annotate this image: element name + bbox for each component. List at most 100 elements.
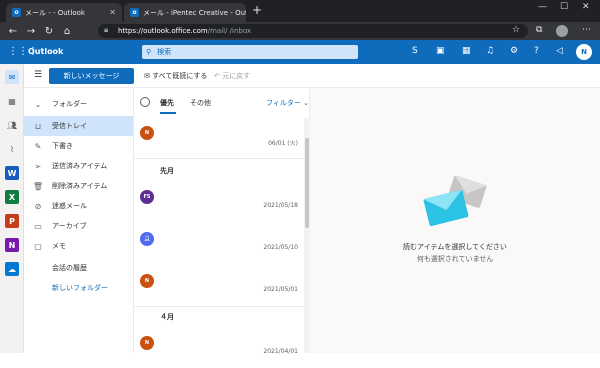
- browser-tab-bar: o メール - - Outlook ✕ o メール - iPentec Crea…: [0, 0, 600, 22]
- archive-icon: ▭: [34, 221, 42, 231]
- avatar: N: [140, 336, 154, 350]
- folders-header[interactable]: ⌄ フォルダー: [24, 94, 133, 114]
- chevron-down-icon: ⌄: [34, 99, 42, 109]
- calendar-icon[interactable]: ▦: [462, 46, 471, 56]
- forward-icon[interactable]: →: [22, 26, 40, 37]
- new-tab-icon[interactable]: +: [252, 3, 262, 17]
- folder-inbox[interactable]: ⊔ 受信トレイ: [24, 116, 133, 136]
- folder-deleted[interactable]: 🗑︎ 削除済みアイテム: [24, 176, 133, 196]
- undo-label: 元に戻す: [222, 72, 251, 80]
- group-header: 先月: [160, 167, 174, 175]
- search-input[interactable]: ⚲ 検索: [142, 45, 358, 59]
- menu-icon[interactable]: ☰: [34, 70, 42, 80]
- calendar-icon[interactable]: ▦: [5, 94, 19, 108]
- favorite-icon[interactable]: ☆: [512, 25, 520, 35]
- close-icon[interactable]: ✕: [109, 8, 116, 17]
- more-icon[interactable]: ⋯: [582, 25, 591, 35]
- home-icon[interactable]: ⌂: [58, 26, 76, 37]
- url-host: https://outlook.office.com: [118, 27, 208, 35]
- user-avatar[interactable]: N: [576, 44, 592, 60]
- blocked-icon: ⊘: [34, 201, 42, 211]
- person-icon: 👤︎: [143, 236, 151, 242]
- folder-drafts[interactable]: ✎ 下書き: [24, 136, 133, 156]
- tab-title: メール - - Outlook: [25, 8, 85, 17]
- folder-label: 会話の履歴: [52, 264, 87, 272]
- help-icon[interactable]: ?: [534, 46, 539, 56]
- list-item[interactable]: N 2021/04/01: [134, 328, 304, 368]
- folder-notes[interactable]: ▢ メモ: [24, 236, 133, 256]
- bell-icon[interactable]: ♫: [486, 46, 494, 56]
- tab-focused[interactable]: 優先: [160, 98, 174, 108]
- reload-icon[interactable]: ↻: [40, 26, 58, 37]
- tab-other[interactable]: その他: [190, 98, 211, 108]
- skype-icon[interactable]: S: [412, 46, 418, 56]
- tab-title: メール - iPentec Creative - Outlook: [143, 8, 246, 17]
- gear-icon[interactable]: ⚙: [510, 46, 518, 56]
- word-icon[interactable]: W: [5, 166, 19, 180]
- browser-tab-1[interactable]: o メール - - Outlook ✕: [6, 3, 122, 22]
- excel-icon[interactable]: X: [5, 190, 19, 204]
- collections-icon[interactable]: ⧉: [536, 25, 542, 35]
- maximize-icon[interactable]: ☐: [560, 2, 568, 12]
- pencil-icon: ✎: [34, 141, 42, 151]
- mail-icon[interactable]: ✉: [5, 70, 19, 84]
- folder-label: 送信済みアイテム: [52, 162, 108, 170]
- url-path: /mail/ /inbox: [207, 27, 252, 35]
- outlook-header: ⋮⋮⋮ Outlook ⚲ 検索 S ▣ ▦ ♫ ⚙ ? ◁ N: [0, 40, 600, 64]
- folder-conversation-history[interactable]: 会話の履歴: [24, 258, 133, 278]
- folder-label: 迷惑メール: [52, 202, 87, 210]
- empty-state-subtitle: 何も選択されていません: [416, 255, 494, 263]
- new-folder-link[interactable]: 新しいフォルダー: [24, 278, 133, 298]
- browser-tab-2[interactable]: o メール - iPentec Creative - Outlook ✕: [124, 3, 246, 22]
- minimize-icon[interactable]: —: [538, 2, 547, 12]
- list-item[interactable]: 👤︎ 2021/05/10: [134, 224, 304, 264]
- undo-icon: ↶: [214, 72, 223, 80]
- avatar: N: [140, 126, 154, 140]
- folder-label: アーカイブ: [52, 222, 87, 230]
- message-date: 2021/05/10: [263, 244, 298, 251]
- avatar: 👤︎: [140, 232, 154, 246]
- divider: [134, 158, 304, 159]
- list-item[interactable]: N 2021/05/01: [134, 266, 304, 306]
- avatar: FS: [140, 190, 154, 204]
- teams-icon[interactable]: ▣: [436, 46, 445, 56]
- brand-title[interactable]: Outlook: [28, 47, 63, 56]
- megaphone-icon[interactable]: ◁: [556, 46, 563, 56]
- folder-sent[interactable]: ➢ 送信済みアイテム: [24, 156, 133, 176]
- back-icon[interactable]: ←: [4, 26, 22, 37]
- attach-icon[interactable]: ⌇: [5, 142, 19, 156]
- search-placeholder: 検索: [157, 48, 172, 56]
- inbox-icon: ⊔: [34, 121, 42, 131]
- select-all-checkbox[interactable]: [140, 97, 150, 107]
- lock-icon[interactable]: 🔒︎: [104, 25, 108, 35]
- folder-junk[interactable]: ⊘ 迷惑メール: [24, 196, 133, 216]
- empty-state-title: 読むアイテムを選択してください: [403, 243, 507, 251]
- group-header: ４月: [160, 313, 174, 321]
- window-close-icon[interactable]: ✕: [582, 2, 590, 12]
- scrollbar-thumb[interactable]: [305, 138, 309, 228]
- folders-header-label: フォルダー: [52, 100, 87, 108]
- avatar: N: [140, 274, 154, 288]
- onenote-icon[interactable]: N: [5, 238, 19, 252]
- people-icon[interactable]: 👥︎: [5, 118, 19, 132]
- note-icon: ▢: [34, 241, 42, 251]
- envelopes-illustration-icon: [423, 176, 487, 226]
- message-date: 06/01 (火): [268, 140, 298, 147]
- folder-archive[interactable]: ▭ アーカイブ: [24, 216, 133, 236]
- command-bar: ☰ 新しいメッセージ ✉ すべて既読にする ↶ 元に戻す: [24, 64, 600, 88]
- undo-button[interactable]: ↶ 元に戻す: [214, 71, 250, 81]
- mark-all-read-button[interactable]: ✉ すべて既読にする: [144, 71, 207, 81]
- envelope-open-icon: ✉: [144, 72, 153, 80]
- tab-focused-underline: [160, 112, 176, 114]
- filter-button[interactable]: フィルター ⌄: [266, 98, 309, 108]
- powerpoint-icon[interactable]: P: [5, 214, 19, 228]
- list-item[interactable]: N 06/01 (火): [134, 118, 304, 158]
- folder-label: 削除済みアイテム: [52, 182, 108, 190]
- message-date: 2021/04/01: [263, 348, 298, 355]
- browser-profile-avatar[interactable]: [556, 25, 568, 37]
- list-item[interactable]: FS 2021/05/18: [134, 182, 304, 222]
- message-date: 2021/05/18: [263, 202, 298, 209]
- new-message-button[interactable]: 新しいメッセージ: [49, 68, 134, 84]
- url-field[interactable]: https://outlook.office.com/mail/ /inbox: [98, 24, 528, 38]
- onedrive-icon[interactable]: ☁: [5, 262, 19, 276]
